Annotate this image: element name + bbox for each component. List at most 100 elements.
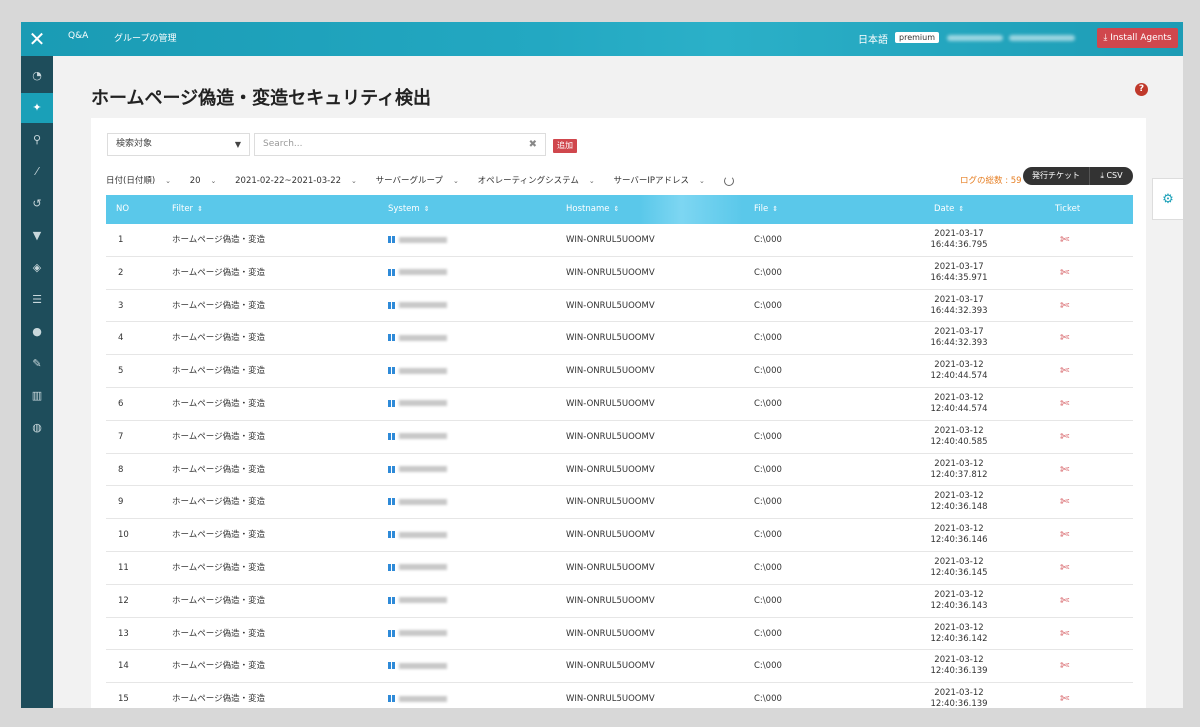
- date-value: 2021-03-17: [934, 261, 984, 272]
- nav-qa[interactable]: Q&A: [68, 31, 88, 41]
- cell-filter: ホームページ偽造・変造: [172, 431, 266, 442]
- ticket-icon[interactable]: ✄: [1060, 397, 1069, 410]
- user-email-redacted[interactable]: [1009, 35, 1075, 41]
- refresh-icon[interactable]: [723, 175, 734, 186]
- filter-label: サーバーIPアドレス: [613, 176, 689, 186]
- ip-redacted: [399, 400, 447, 407]
- ticket-icon[interactable]: ✄: [1060, 266, 1069, 279]
- edit-icon[interactable]: ✎: [21, 349, 53, 379]
- table-row[interactable]: 8 ホームページ偽造・変造 WIN-ONRUL5UOOMV C:\000 2021-03…: [106, 454, 1133, 487]
- table-row[interactable]: 9 ホームページ偽造・変造 WIN-ONRUL5UOOMV C:\000 2021-03…: [106, 486, 1133, 520]
- cell-no: 15: [118, 694, 129, 705]
- search-input[interactable]: Search... ✖: [254, 133, 546, 156]
- sort-icon: ⇕: [197, 205, 203, 213]
- chart-icon[interactable]: ▥: [21, 381, 53, 411]
- windows-icon: [388, 301, 395, 309]
- clear-icon[interactable]: ✖: [529, 134, 537, 155]
- cell-no: 8: [118, 464, 124, 475]
- windows-icon: [388, 399, 395, 407]
- table-row[interactable]: 5 ホームページ偽造・変造 WIN-ONRUL5UOOMV C:\000 2021-03…: [106, 355, 1133, 388]
- cell-system: [388, 486, 447, 519]
- header-date[interactable]: Date ⇕: [934, 195, 964, 224]
- ticket-icon[interactable]: ✄: [1060, 495, 1069, 508]
- nav-group-management[interactable]: グループの管理: [114, 31, 176, 44]
- ip-redacted: [399, 498, 447, 505]
- table-row[interactable]: 7 ホームページ偽造・変造 WIN-ONRUL5UOOMV C:\000 2021-03…: [106, 421, 1133, 454]
- table-row[interactable]: 15 ホームページ偽造・変造 WIN-ONRUL5UOOMV C:\000 2021-0…: [106, 683, 1133, 708]
- add-button[interactable]: 追加: [553, 139, 577, 153]
- history-icon[interactable]: ↺: [21, 189, 53, 219]
- cell-ticket: ✄: [1060, 585, 1069, 619]
- ticket-icon[interactable]: ✄: [1060, 299, 1069, 312]
- cell-ticket: ✄: [1060, 650, 1069, 684]
- time-value: 12:40:36.139: [930, 699, 988, 708]
- dashboard-icon[interactable]: ◔: [21, 61, 53, 91]
- cell-ticket: ✄: [1060, 552, 1069, 586]
- windows-icon: [388, 498, 395, 506]
- close-icon[interactable]: ✕: [21, 22, 53, 56]
- time-value: 16:44:36.795: [930, 240, 988, 250]
- table-row[interactable]: 13 ホームページ偽造・変造 WIN-ONRUL5UOOMV C:\000 2021-0…: [106, 618, 1133, 651]
- sort-icon: ⇕: [613, 205, 620, 213]
- windows-icon: [388, 695, 395, 703]
- search-icon[interactable]: ⚲: [21, 125, 53, 155]
- table-row[interactable]: 11 ホームページ偽造・変造 WIN-ONRUL5UOOMV C:\000 2021-0…: [106, 552, 1133, 585]
- cell-date: 2021-03-12 12:40:40.585: [924, 426, 994, 448]
- header-system[interactable]: System ⇕: [388, 195, 430, 224]
- ticket-icon[interactable]: ✄: [1060, 463, 1069, 476]
- csv-export-button[interactable]: ⤓ CSV: [1089, 167, 1133, 185]
- language-selector[interactable]: 日本語: [858, 31, 888, 46]
- table-row[interactable]: 1 ホームページ偽造・変造 WIN-ONRUL5UOOMV C:\000 2021-03…: [106, 224, 1133, 257]
- table-row[interactable]: 4 ホームページ偽造・変造 WIN-ONRUL5UOOMV C:\000 2021-03…: [106, 322, 1133, 356]
- header-filter[interactable]: Filter ⇕: [172, 195, 203, 224]
- filter-server-group[interactable]: サーバーグループ ⌄: [376, 176, 467, 186]
- ticket-icon[interactable]: ✄: [1060, 692, 1069, 705]
- date-value: 2021-03-12: [934, 491, 984, 502]
- filter-date-order[interactable]: 日付(日付順) ⌄: [106, 176, 179, 186]
- log-count: ログの総数 : 59: [960, 176, 1022, 186]
- table-row[interactable]: 14 ホームページ偽造・変造 WIN-ONRUL5UOOMV C:\000 2021-0…: [106, 650, 1133, 684]
- ticket-icon[interactable]: ✄: [1060, 627, 1069, 640]
- cell-no: 4: [118, 333, 124, 344]
- time-value: 16:44:32.393: [930, 338, 988, 349]
- globe-icon[interactable]: ◍: [21, 413, 53, 443]
- list-icon[interactable]: ☰: [21, 285, 53, 315]
- header-hostname[interactable]: Hostname ⇕: [566, 195, 619, 224]
- table-row[interactable]: 12 ホームページ偽造・変造 WIN-ONRUL5UOOMV C:\000 2021-0…: [106, 585, 1133, 618]
- cell-file: C:\000: [754, 398, 782, 409]
- filter-date-range[interactable]: 2021-02-22~2021-03-22 ⌄: [235, 176, 365, 186]
- filter-icon[interactable]: ▼: [21, 221, 53, 251]
- shield-icon[interactable]: ◈: [21, 253, 53, 283]
- header-file[interactable]: File ⇕: [754, 195, 778, 224]
- help-icon[interactable]: ?: [1135, 83, 1148, 96]
- ticket-icon[interactable]: ✄: [1060, 331, 1069, 344]
- filter-server-ip[interactable]: サーバーIPアドレス ⌄: [613, 176, 712, 186]
- table-row[interactable]: 10 ホームページ偽造・変造 WIN-ONRUL5UOOMV C:\000 2021-0…: [106, 519, 1133, 552]
- wand-icon[interactable]: ⁄: [21, 157, 53, 187]
- table-row[interactable]: 2 ホームページ偽造・変造 WIN-ONRUL5UOOMV C:\000 2021-03…: [106, 257, 1133, 290]
- ticket-icon[interactable]: ✄: [1060, 561, 1069, 574]
- filter-os[interactable]: オペレーティングシステム ⌄: [478, 176, 603, 186]
- settings-gear-icon[interactable]: ⚙: [1152, 178, 1183, 220]
- search-target-select[interactable]: 検索対象 ▼: [107, 133, 250, 156]
- date-value: 2021-03-17: [934, 229, 984, 239]
- cell-hostname: WIN-ONRUL5UOOMV: [566, 694, 655, 705]
- filter-page-size[interactable]: 20 ⌄: [190, 176, 225, 186]
- windows-icon: [388, 465, 395, 473]
- cell-no: 2: [118, 267, 124, 278]
- ticket-icon[interactable]: ✄: [1060, 430, 1069, 443]
- ticket-icon[interactable]: ✄: [1060, 594, 1069, 607]
- ticket-icon[interactable]: ✄: [1060, 233, 1069, 246]
- alert-icon[interactable]: ●: [21, 317, 53, 347]
- date-value: 2021-03-12: [934, 589, 984, 600]
- ticket-icon[interactable]: ✄: [1060, 528, 1069, 541]
- ticket-icon[interactable]: ✄: [1060, 659, 1069, 672]
- install-agents-button[interactable]: ⤓ Install Agents: [1097, 28, 1178, 48]
- table-row[interactable]: 6 ホームページ偽造・変造 WIN-ONRUL5UOOMV C:\000 2021-03…: [106, 388, 1133, 421]
- table-row[interactable]: 3 ホームページ偽造・変造 WIN-ONRUL5UOOMV C:\000 2021-03…: [106, 290, 1133, 323]
- cell-hostname: WIN-ONRUL5UOOMV: [566, 267, 655, 278]
- ticket-icon[interactable]: ✄: [1060, 364, 1069, 377]
- crosshair-icon[interactable]: ✦: [21, 93, 53, 123]
- cell-system: [388, 552, 447, 585]
- issue-ticket-button[interactable]: 発行チケット: [1023, 167, 1089, 185]
